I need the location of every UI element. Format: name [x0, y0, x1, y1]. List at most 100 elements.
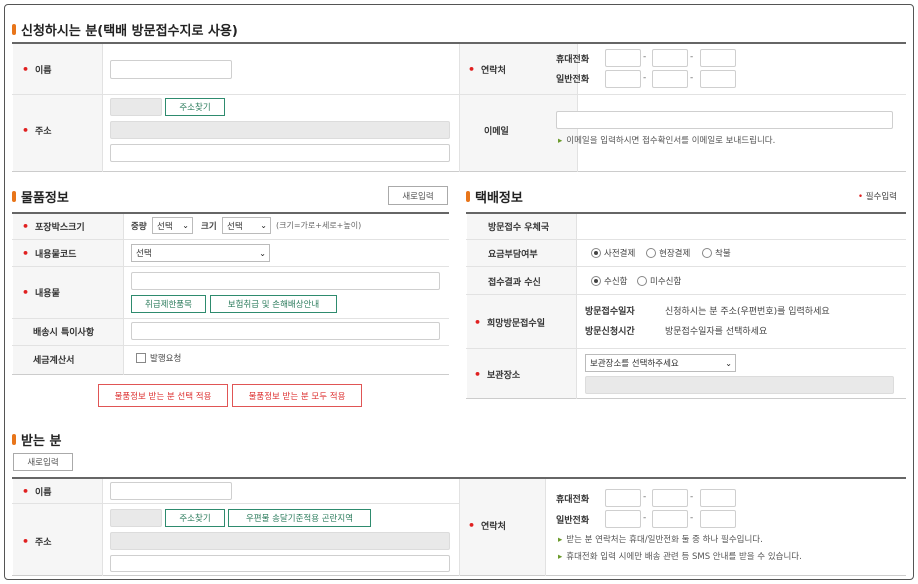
radio-icon — [637, 276, 647, 286]
box-size-label: 포장박스크기 — [22, 220, 85, 233]
receiver-mobile-label: 휴대전화 — [556, 495, 590, 505]
sender-mobile-3-input[interactable] — [700, 49, 736, 67]
fee-cod-label: 착불 — [715, 249, 731, 259]
radio-selected-icon — [591, 276, 601, 286]
chevron-down-icon: ⌄ — [725, 358, 732, 368]
receiver-mobile-2-input[interactable] — [652, 489, 688, 507]
sender-email-hint: 이메일을 입력하시면 접수확인서를 이메일로 보내드립니다. — [558, 134, 775, 146]
sender-address-input[interactable] — [110, 121, 450, 139]
weight-label: 중량 — [131, 222, 147, 232]
fee-cod-radio[interactable]: 착불 — [702, 247, 731, 259]
receiver-address-input[interactable] — [110, 532, 450, 550]
result-receive-option-label: 수신함 — [604, 277, 628, 287]
contents-code-label: 내용물코드 — [22, 247, 76, 260]
receiver-reset-button[interactable]: 새로입력 — [13, 453, 73, 471]
apply-all-receivers-button[interactable]: 물품정보 받는 분 모두 적용 — [232, 384, 362, 407]
contents-input[interactable] — [131, 272, 440, 290]
dash-text: - — [643, 492, 647, 502]
insurance-info-button[interactable]: 보험취급 및 손해배상안내 — [210, 295, 337, 313]
radio-icon — [646, 248, 656, 258]
dash-text: - — [643, 513, 647, 523]
visit-date-sub-label: 방문접수일자 — [585, 307, 635, 317]
post-office-label: 방문접수 우체국 — [488, 223, 550, 233]
dash-text: - — [643, 52, 647, 62]
sender-address-label: 주소 — [22, 124, 52, 137]
sender-name-label: 이름 — [22, 63, 52, 76]
sender-name-input[interactable] — [110, 60, 232, 79]
delivery-note-input[interactable] — [131, 322, 440, 340]
receiver-phone-3-input[interactable] — [700, 510, 736, 528]
fee-prepaid-radio[interactable]: 사전결제 — [591, 247, 635, 259]
tax-invoice-check-label: 발행요청 — [150, 354, 182, 364]
sender-email-input[interactable] — [556, 111, 893, 129]
tax-invoice-label: 세금계산서 — [33, 356, 75, 366]
storage-label: 보관장소 — [474, 368, 520, 381]
receiver-phone-1-input[interactable] — [605, 510, 641, 528]
required-note: • 필수입력 — [858, 192, 897, 202]
receiver-address-search-button[interactable]: 주소찾기 — [165, 509, 225, 527]
receiver-zipcode-input[interactable] — [110, 509, 162, 527]
radio-icon — [702, 248, 712, 258]
sender-phone-1-input[interactable] — [605, 70, 641, 88]
sender-address-detail-input[interactable] — [110, 144, 450, 162]
receiver-address-label: 주소 — [22, 535, 52, 548]
required-note-text: 필수입력 — [865, 192, 897, 202]
receiver-title-text: 받는 분 — [21, 434, 62, 449]
result-not-receive-option-label: 미수신함 — [650, 277, 682, 287]
section-marker-icon — [12, 24, 16, 35]
size-select-value: 선택 — [227, 221, 243, 232]
visit-time-text: 방문접수일자를 선택하세요 — [665, 327, 768, 337]
dash-text: - — [690, 492, 694, 502]
chevron-down-icon: ⌄ — [259, 248, 266, 258]
receiver-phone-2-input[interactable] — [652, 510, 688, 528]
fee-payment-label: 요금부담여부 — [488, 250, 538, 260]
sender-zipcode-input[interactable] — [110, 98, 162, 116]
delivery-title-text: 택배정보 — [475, 191, 523, 206]
chevron-down-icon: ⌄ — [260, 221, 267, 230]
receiver-mobile-1-input[interactable] — [605, 489, 641, 507]
sender-address-search-button[interactable]: 주소찾기 — [165, 98, 225, 116]
receiver-mobile-3-input[interactable] — [700, 489, 736, 507]
tax-invoice-checkbox[interactable]: 발행요청 — [136, 352, 181, 364]
size-select[interactable]: 선택 ⌄ — [222, 217, 271, 234]
storage-detail-input[interactable] — [585, 376, 894, 394]
sender-phone-3-input[interactable] — [700, 70, 736, 88]
item-title-text: 물품정보 — [21, 191, 69, 206]
sender-phone-label: 일반전화 — [556, 75, 590, 85]
fee-prepaid-label: 사전결제 — [604, 249, 636, 259]
receiver-section-title: 받는 분 — [12, 430, 61, 449]
receiver-contact-label: 연락처 — [468, 519, 506, 532]
chevron-down-icon: ⌄ — [182, 221, 189, 230]
section-marker-icon — [12, 191, 16, 202]
remote-area-button[interactable]: 우편물 송달기준적용 곤란지역 — [228, 509, 371, 527]
storage-select[interactable]: 보관장소를 선택하주세요 ⌄ — [585, 354, 736, 372]
contents-code-select[interactable]: 선택 ⌄ — [131, 244, 270, 262]
apply-selected-receiver-button[interactable]: 물품정보 받는 분 선택 적용 — [98, 384, 228, 407]
result-receive-radio[interactable]: 수신함 — [591, 275, 627, 287]
fee-onsite-radio[interactable]: 현장결제 — [646, 247, 690, 259]
receiver-phone-label: 일반전화 — [556, 516, 590, 526]
visit-time-sub-label: 방문신청시간 — [585, 327, 635, 337]
size-note: (크기=가로+세로+높이) — [276, 221, 362, 230]
receiver-name-input[interactable] — [110, 482, 232, 500]
dash-text: - — [690, 73, 694, 83]
sender-contact-label: 연락처 — [468, 63, 506, 76]
sender-mobile-2-input[interactable] — [652, 49, 688, 67]
dash-text: - — [690, 513, 694, 523]
sender-phone-2-input[interactable] — [652, 70, 688, 88]
checkbox-icon — [136, 353, 146, 363]
receiver-name-label: 이름 — [22, 485, 52, 498]
visit-date-text: 신청하시는 분 주소(우편번호)를 입력하세요 — [665, 307, 830, 317]
contents-code-value: 선택 — [136, 249, 152, 259]
storage-select-value: 보관장소를 선택하주세요 — [590, 359, 679, 369]
item-reset-button[interactable]: 새로입력 — [388, 186, 448, 205]
sender-mobile-1-input[interactable] — [605, 49, 641, 67]
restricted-items-button[interactable]: 취급제한품목 — [131, 295, 206, 313]
weight-select[interactable]: 선택 ⌄ — [152, 217, 193, 234]
sender-title-text: 신청하시는 분(택배 방문접수지로 사용) — [21, 24, 238, 39]
result-not-receive-radio[interactable]: 미수신함 — [637, 275, 681, 287]
size-label: 크기 — [201, 222, 217, 232]
delivery-note-label: 배송시 특이사항 — [33, 328, 95, 338]
dash-text: - — [690, 52, 694, 62]
receiver-address-detail-input[interactable] — [110, 555, 450, 572]
